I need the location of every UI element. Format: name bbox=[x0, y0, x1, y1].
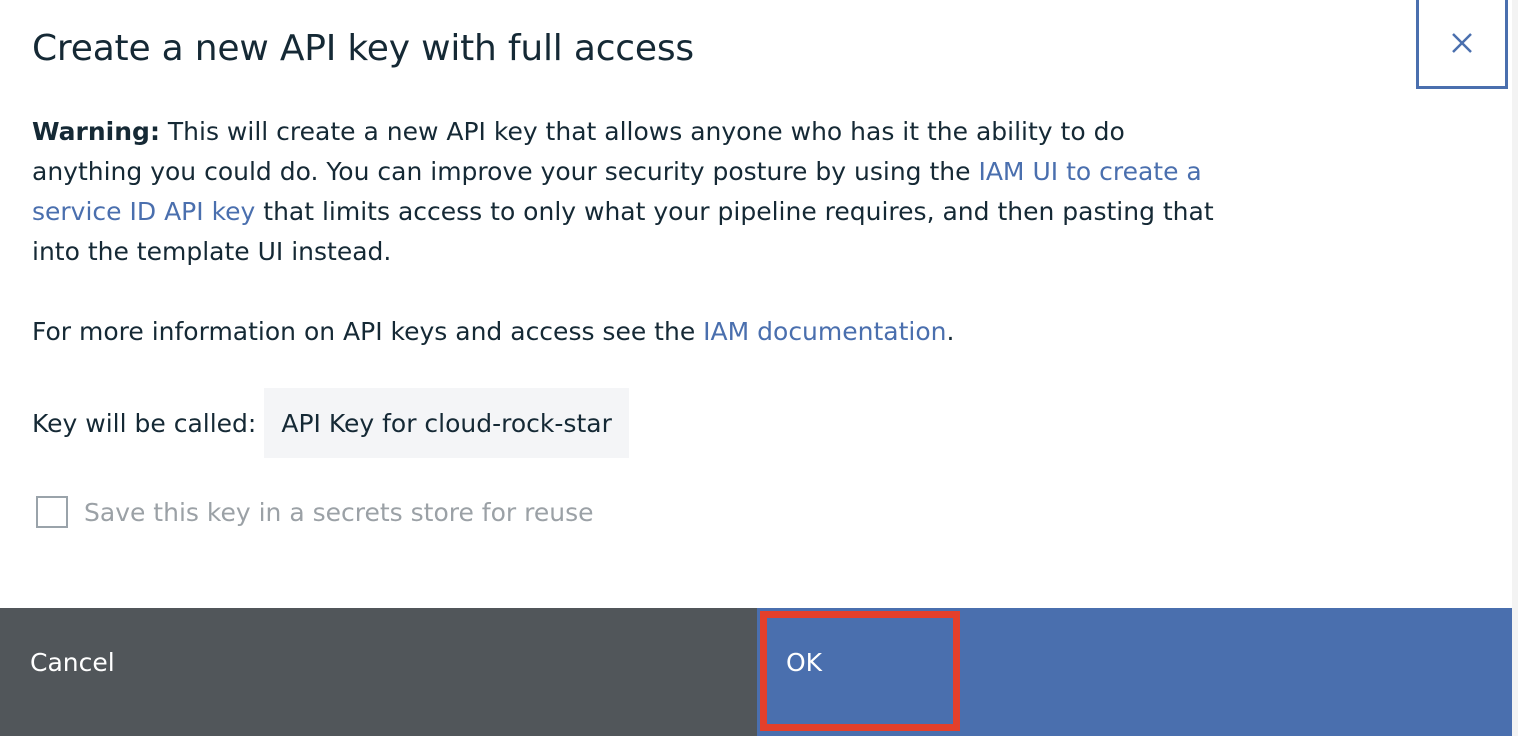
api-key-dialog: Create a new API key with full access Wa… bbox=[0, 0, 1512, 736]
ok-button-label: OK bbox=[786, 648, 823, 677]
page-edge bbox=[1512, 0, 1518, 736]
cancel-button-label: Cancel bbox=[30, 648, 115, 677]
cancel-button[interactable]: Cancel bbox=[0, 608, 757, 736]
ok-button[interactable]: OK bbox=[757, 608, 1512, 736]
key-name-label: Key will be called: bbox=[32, 408, 257, 438]
iam-documentation-link[interactable]: IAM documentation bbox=[703, 317, 946, 346]
info-paragraph: For more information on API keys and acc… bbox=[32, 312, 1217, 352]
dialog-footer: Cancel OK bbox=[0, 608, 1512, 736]
close-button[interactable] bbox=[1416, 0, 1508, 89]
close-icon bbox=[1452, 33, 1472, 53]
save-key-label: Save this key in a secrets store for reu… bbox=[84, 497, 594, 527]
warning-label: Warning: bbox=[32, 117, 160, 146]
info-text: For more information on API keys and acc… bbox=[32, 317, 704, 346]
warning-paragraph: Warning: This will create a new API key … bbox=[32, 112, 1217, 272]
key-name-row: Key will be called: API Key for cloud-ro… bbox=[32, 388, 629, 458]
info-text-end: . bbox=[946, 317, 955, 346]
warning-text: This will create a new API key that allo… bbox=[32, 117, 1125, 186]
save-key-checkbox[interactable] bbox=[36, 496, 68, 528]
dialog-title: Create a new API key with full access bbox=[32, 28, 694, 69]
key-name-value: API Key for cloud-rock-star bbox=[264, 388, 629, 458]
save-key-option[interactable]: Save this key in a secrets store for reu… bbox=[36, 495, 594, 529]
